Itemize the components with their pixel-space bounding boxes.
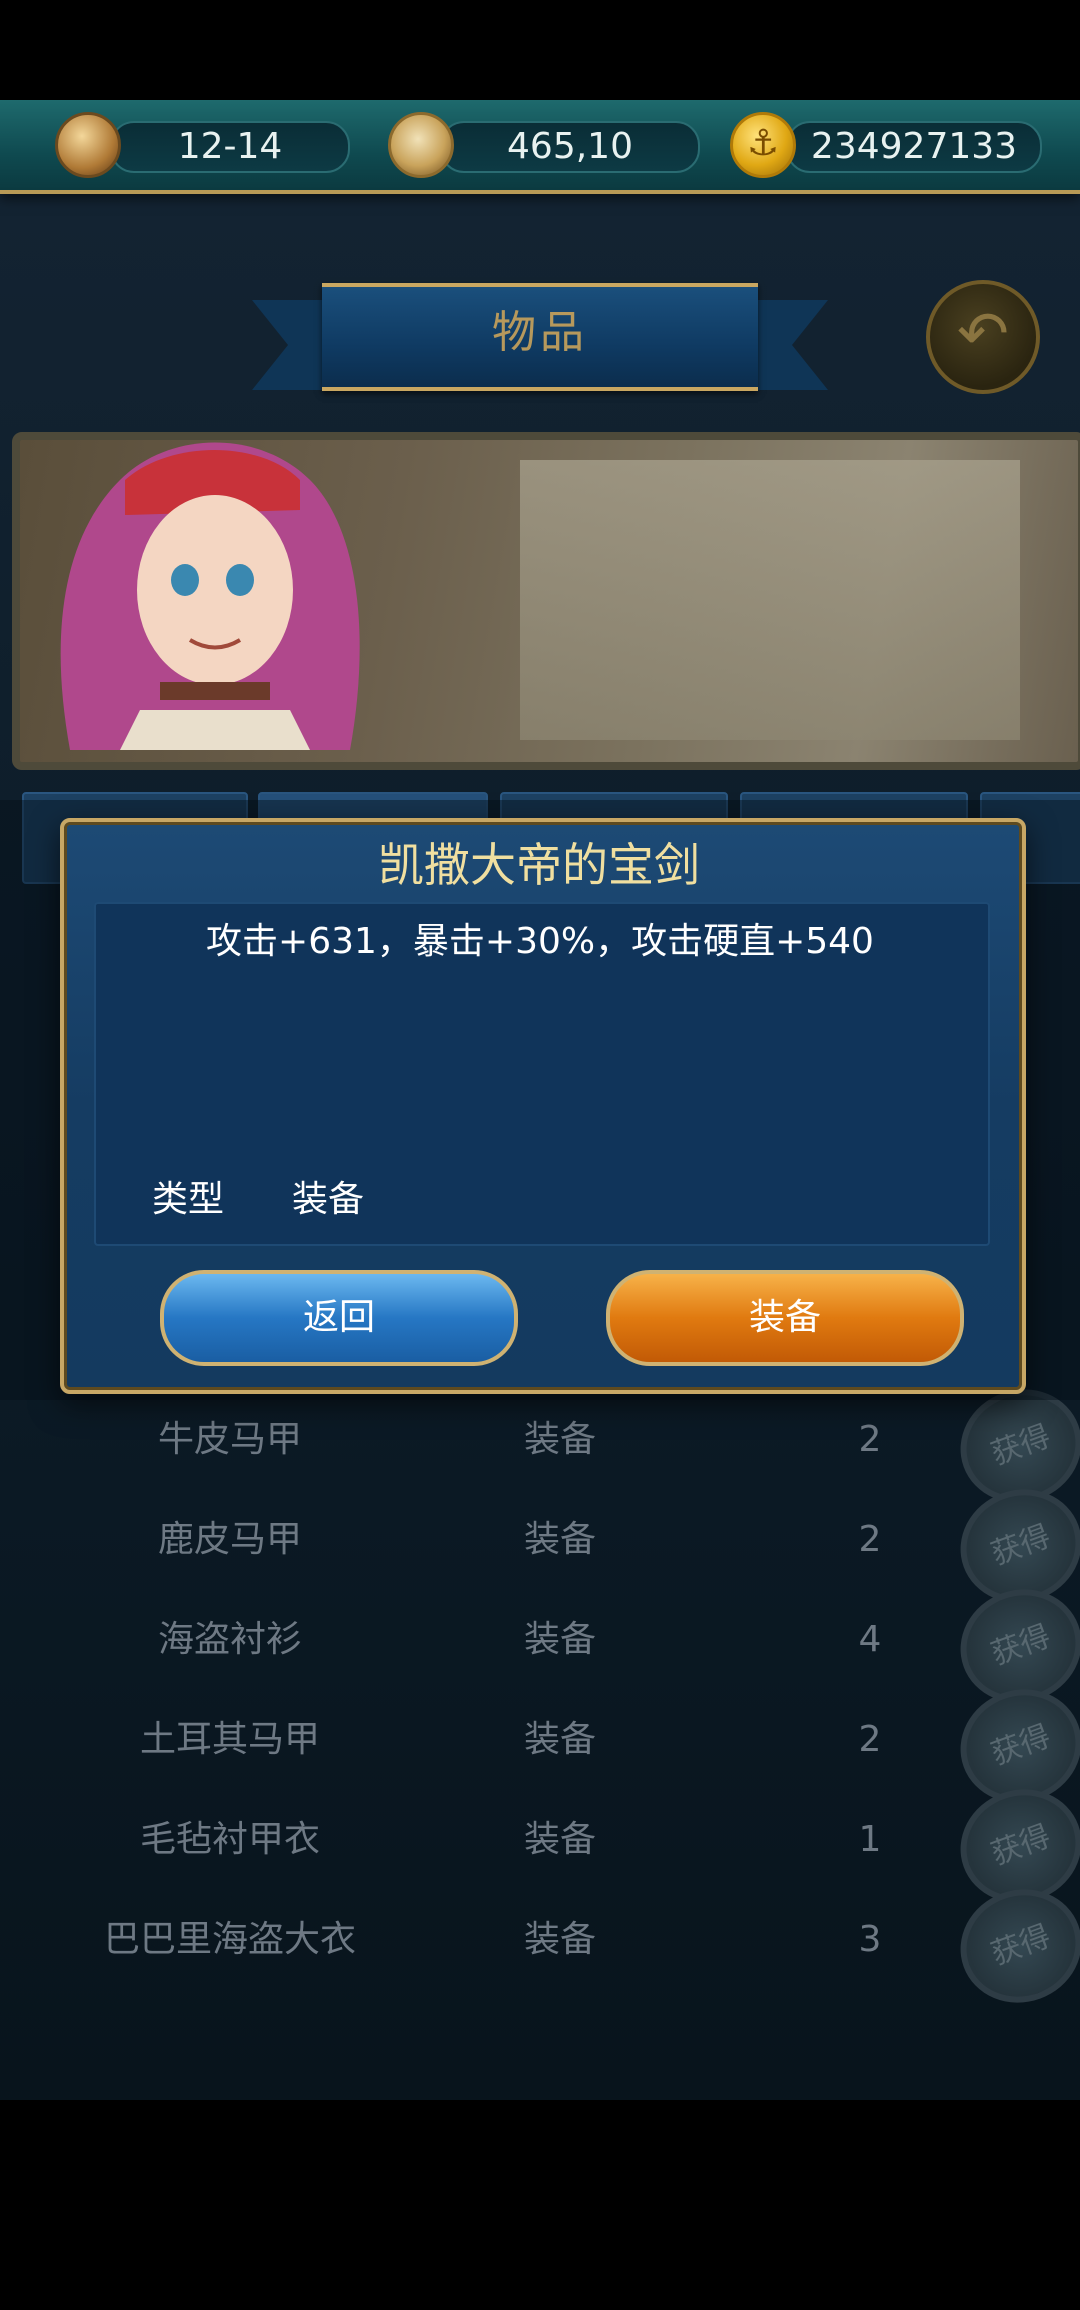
item-name: 牛皮马甲 <box>157 1419 302 1460</box>
back-arrow-button[interactable]: ↶ <box>926 280 1040 394</box>
item-count: 2 <box>858 1519 882 1560</box>
type-label: 类型 <box>152 1179 225 1220</box>
list-item[interactable]: 巴巴里海盗大衣 装备 3 获得 <box>0 1872 1080 2020</box>
equip-button[interactable]: 装备 <box>606 1270 964 1366</box>
dialog-title: 凯撒大帝的宝剑 <box>378 838 700 892</box>
gold-coin-icon: ⚓ <box>730 112 796 178</box>
type-value: 装备 <box>292 1179 365 1220</box>
coordinates-display: 465,10 <box>440 121 700 173</box>
item-type: 装备 <box>523 1419 596 1460</box>
status-area <box>0 0 1080 100</box>
item-name: 土耳其马甲 <box>139 1719 320 1760</box>
bottom-bar-area <box>0 2100 1080 2310</box>
list-item[interactable]: 海盗衬衫 装备 4 获得 <box>0 1572 1080 1720</box>
list-item[interactable]: 鹿皮马甲 装备 2 获得 <box>0 1472 1080 1620</box>
hourglass-icon <box>55 112 121 178</box>
item-name: 海盗衬衫 <box>157 1619 302 1660</box>
item-name: 巴巴里海盗大衣 <box>103 1919 356 1960</box>
item-count: 3 <box>858 1919 882 1960</box>
list-item[interactable]: 土耳其马甲 装备 2 获得 <box>0 1672 1080 1820</box>
return-button[interactable]: 返回 <box>160 1270 518 1366</box>
item-count: 2 <box>858 1419 882 1460</box>
item-description: 攻击+631，暴击+30%，攻击硬直+540 <box>206 921 874 962</box>
list-item[interactable]: 毛毡衬甲衣 装备 1 获得 <box>0 1772 1080 1920</box>
date-display: 12-14 <box>110 121 350 173</box>
item-type: 装备 <box>523 1919 596 1960</box>
item-name: 鹿皮马甲 <box>157 1519 302 1560</box>
gold-display: 234927133 <box>786 121 1042 173</box>
item-type: 装备 <box>523 1519 596 1560</box>
back-arrow-icon: ↶ <box>957 297 1009 370</box>
item-type: 装备 <box>523 1719 596 1760</box>
list-item[interactable]: 牛皮马甲 装备 2 获得 <box>0 1372 1080 1520</box>
town-background-art <box>520 460 1020 740</box>
item-type: 装备 <box>523 1619 596 1660</box>
compass-icon <box>388 112 454 178</box>
item-count: 2 <box>858 1719 882 1760</box>
item-count: 4 <box>858 1619 882 1660</box>
item-count: 1 <box>858 1819 882 1860</box>
captain-portrait <box>60 442 360 750</box>
page-title: 物品 <box>492 307 588 358</box>
item-name: 毛毡衬甲衣 <box>139 1819 320 1860</box>
item-type: 装备 <box>523 1819 596 1860</box>
